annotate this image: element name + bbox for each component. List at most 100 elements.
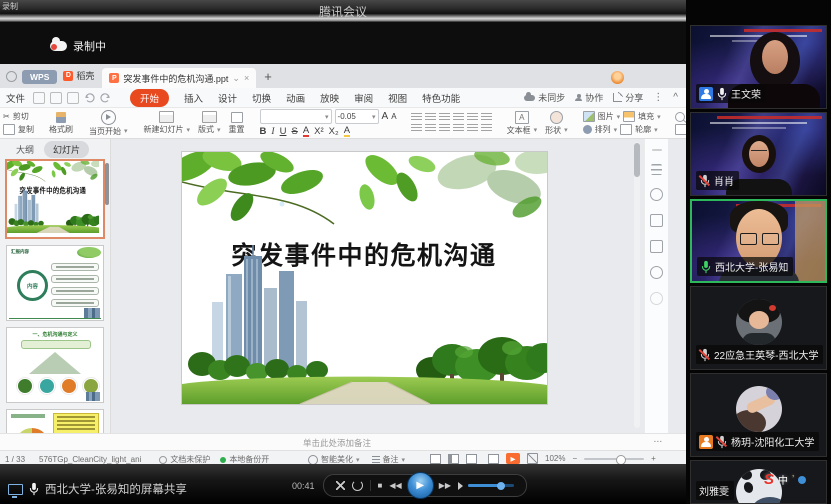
indent-decrease-icon[interactable] (439, 113, 450, 122)
history-clock-icon[interactable] (650, 266, 663, 279)
participant-tile[interactable]: 杨玥-沈阳化工大学 (690, 373, 827, 457)
print-icon[interactable] (50, 92, 62, 104)
save-icon[interactable] (33, 92, 45, 104)
shape-button[interactable]: 形状 ▾ (541, 108, 572, 138)
beautify-star-icon[interactable] (650, 188, 663, 201)
rewind-button[interactable]: ◀◀ (389, 481, 401, 490)
collapse-ribbon-icon[interactable]: ^ (673, 92, 678, 103)
current-slide[interactable]: 突发事件中的危机沟通 (182, 152, 547, 404)
export-icon[interactable] (67, 92, 79, 104)
participant-tile-speaking[interactable]: 西北大学-张易知 (690, 199, 827, 283)
tab-transition[interactable]: 切换 (252, 91, 271, 105)
align-left-icon[interactable] (411, 124, 422, 133)
zoom-in-button[interactable]: + (651, 454, 656, 463)
tab-options-icon[interactable]: ⌄ (232, 73, 240, 84)
tab-review[interactable]: 审阅 (354, 91, 373, 105)
tab-slideshow[interactable]: 放映 (320, 91, 339, 105)
slideshow-play-button[interactable]: ▶ (506, 453, 520, 464)
stop-button[interactable]: ■ (378, 481, 383, 490)
tab-home[interactable]: 开始 (130, 89, 169, 107)
columns-icon[interactable] (481, 124, 492, 133)
redo-icon[interactable] (100, 92, 111, 103)
tab-insert[interactable]: 插入 (184, 91, 203, 105)
font-family-combo[interactable]: ▾ (260, 109, 332, 124)
text-direction-icon[interactable] (481, 113, 492, 122)
cut-button[interactable]: ✂ 剪切 (3, 111, 34, 122)
tab-animation[interactable]: 动画 (286, 91, 305, 105)
grow-font-button[interactable]: A (382, 111, 389, 122)
slide-thumbnail-2[interactable]: 汇报内容 内容 (6, 245, 104, 321)
notes-more-icon[interactable]: ⋯ (654, 436, 663, 447)
ime-punct[interactable]: ’ (792, 474, 794, 485)
play-button[interactable]: ▶ (407, 472, 434, 499)
shuffle-icon[interactable] (336, 481, 345, 490)
reading-view-icon[interactable] (466, 454, 477, 464)
ime-bar[interactable]: S 中 ’ (764, 471, 806, 488)
canvas-scrollbar-track[interactable] (634, 142, 640, 428)
ime-menu-icon[interactable] (798, 476, 806, 484)
tab-close-icon[interactable]: × (244, 73, 249, 83)
arrange-button[interactable]: 排列 ▾ (583, 124, 618, 135)
tab-design[interactable]: 设计 (218, 91, 237, 105)
indent-increase-icon[interactable] (453, 113, 464, 122)
align-center-icon[interactable] (425, 124, 436, 133)
distribute-icon[interactable] (467, 124, 478, 133)
number-list-icon[interactable] (425, 113, 436, 122)
new-tab-button[interactable]: + (264, 69, 272, 84)
highlight-button[interactable]: A (344, 126, 350, 137)
docer-button[interactable]: D 稻壳 (63, 69, 94, 82)
italic-button[interactable]: I (271, 127, 274, 137)
align-right-icon[interactable] (439, 124, 450, 133)
tab-features[interactable]: 特色功能 (422, 91, 460, 105)
sync-status[interactable]: 未同步 (524, 91, 565, 104)
format-painter-button[interactable]: 格式刷 (45, 108, 77, 138)
volume-icon[interactable] (458, 482, 463, 490)
participant-tile[interactable]: 22应急王英琴-西北大学 (690, 286, 827, 370)
copy-button[interactable]: 复制 (3, 124, 34, 135)
image-panel-icon[interactable] (650, 240, 663, 253)
fit-window-icon[interactable] (527, 453, 538, 464)
ime-mode-cn[interactable]: 中 (778, 472, 788, 487)
play-from-current-button[interactable]: 当页开始 ▾ (85, 108, 132, 138)
slide-thumbnail-1[interactable] (5, 159, 105, 239)
app-menu-icon[interactable] (6, 71, 17, 82)
bullet-list-icon[interactable] (411, 113, 422, 122)
volume-slider[interactable] (468, 484, 514, 487)
repeat-icon[interactable] (352, 480, 363, 491)
slides-tab[interactable]: 幻灯片 (44, 141, 89, 158)
share-button[interactable]: 分享 (613, 91, 643, 104)
picture-button[interactable]: 图片 ▾ (583, 111, 621, 122)
slide-thumbnail-3[interactable]: 一、危机沟通与定义 (6, 327, 104, 403)
subscript-button[interactable]: X₂ (329, 126, 339, 137)
more-menu-icon[interactable]: ⋮ (653, 92, 663, 103)
account-avatar[interactable] (611, 71, 624, 84)
font-color-button[interactable]: A (303, 126, 309, 137)
shrink-font-button[interactable]: A (391, 112, 396, 121)
outline-tab[interactable]: 大纲 (16, 143, 34, 156)
line-spacing-icon[interactable] (467, 113, 478, 122)
sorter-view-icon[interactable] (448, 454, 459, 464)
canvas-scrollbar-thumb[interactable] (634, 143, 640, 177)
forward-button[interactable]: ▶▶ (439, 481, 451, 490)
outline-button[interactable]: 轮廓 ▾ (620, 124, 658, 135)
document-tab[interactable]: P 突发事件中的危机沟通.ppt ⌄ × (102, 68, 256, 88)
layout-button[interactable]: 版式 ▾ (194, 108, 225, 138)
textbox-button[interactable]: A 文本框 ▾ (503, 108, 542, 138)
strikethrough-button[interactable]: S (291, 126, 297, 137)
help-icon[interactable] (650, 292, 663, 305)
bold-button[interactable]: B (260, 126, 267, 137)
align-justify-icon[interactable] (453, 124, 464, 133)
panel-scrollbar[interactable] (105, 163, 109, 205)
superscript-button[interactable]: X² (314, 126, 324, 137)
reset-button[interactable]: 重置 (225, 108, 249, 138)
new-slide-button[interactable]: 新建幻灯片 ▾ (140, 108, 195, 138)
undo-icon[interactable] (84, 92, 95, 103)
zoom-slider-knob[interactable] (616, 455, 626, 465)
participant-tile[interactable]: 肖肖 (690, 112, 827, 196)
notes-bar[interactable]: 单击此处添加备注 ⋯ (0, 433, 686, 450)
zoom-out-button[interactable]: − (572, 454, 577, 463)
participant-tile[interactable]: 刘雅雯 (690, 460, 827, 504)
fill-button[interactable]: 填充 ▾ (623, 111, 661, 122)
properties-sliders-icon[interactable] (651, 164, 662, 175)
participant-tile[interactable]: 王文荣 (690, 25, 827, 109)
